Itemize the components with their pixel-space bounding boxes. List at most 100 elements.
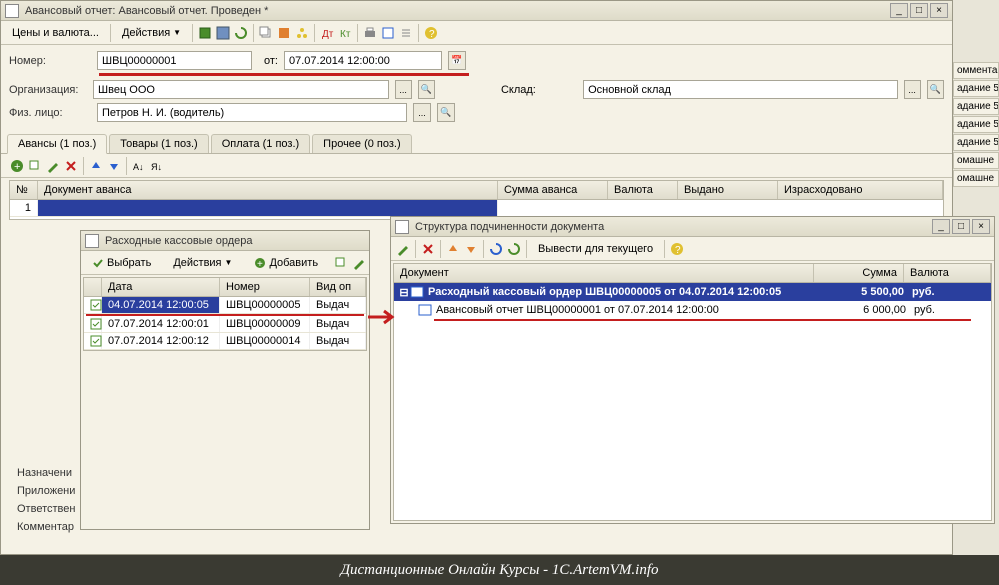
fiz-input[interactable]: Петров Н. И. (водитель): [97, 103, 407, 122]
edit-icon[interactable]: [351, 255, 367, 271]
main-title: Авансовый отчет: Авансовый отчет. Провед…: [25, 5, 890, 17]
otvet-label: Ответствен: [9, 500, 83, 518]
sidebar-item[interactable]: омашне: [953, 152, 999, 169]
post-icon[interactable]: [197, 25, 213, 41]
sidebar-item[interactable]: омашне: [953, 170, 999, 187]
col-vid[interactable]: Вид оп: [310, 278, 366, 296]
maximize-button[interactable]: □: [910, 3, 928, 18]
kt-icon[interactable]: Кт: [337, 25, 353, 41]
tab-payment[interactable]: Оплата (1 поз.): [211, 134, 310, 153]
number-input[interactable]: ШВЦ00000001: [97, 51, 252, 70]
report-icon[interactable]: [380, 25, 396, 41]
cash-grid: Дата Номер Вид оп 04.07.2014 12:00:05 ШВ…: [83, 277, 367, 351]
org-open-button[interactable]: 🔍: [418, 80, 435, 99]
separator: [83, 157, 84, 175]
col-num[interactable]: Номер: [220, 278, 310, 296]
maximize-button[interactable]: □: [952, 219, 970, 234]
help-icon[interactable]: ?: [423, 25, 439, 41]
move-icon[interactable]: Дт: [319, 25, 335, 41]
sidebar: омментар адание 5 адание 5 адание 5 адан…: [953, 62, 999, 188]
sidebar-item[interactable]: омментар: [953, 62, 999, 79]
org-select-button[interactable]: ...: [395, 80, 412, 99]
col-date[interactable]: Дата: [102, 278, 220, 296]
minimize-button[interactable]: _: [932, 219, 950, 234]
cash-window: Расходные кассовые ордера Выбрать Действ…: [80, 230, 370, 530]
edit-row-icon[interactable]: [45, 158, 61, 174]
struct-window: Структура подчиненности документа _ □ × …: [390, 216, 995, 524]
copy-row-icon[interactable]: [27, 158, 43, 174]
struct-titlebar: Структура подчиненности документа _ □ ×: [391, 217, 994, 237]
move-down-icon[interactable]: [106, 158, 122, 174]
sort-desc-icon[interactable]: Я↓: [149, 158, 165, 174]
sidebar-item[interactable]: адание 5: [953, 98, 999, 115]
tree-row[interactable]: Авансовый отчет ШВЦ00000001 от 07.07.201…: [394, 301, 991, 319]
col-cur[interactable]: Валюта: [904, 264, 991, 282]
refresh2-icon[interactable]: [506, 241, 522, 257]
sklad-input[interactable]: Основной склад: [583, 80, 897, 99]
col-sum[interactable]: Сумма: [814, 264, 904, 282]
separator: [126, 157, 127, 175]
cash-row[interactable]: 04.07.2014 12:00:05 ШВЦ00000005 Выдач: [84, 297, 366, 314]
print-icon[interactable]: [362, 25, 378, 41]
sidebar-item[interactable]: адание 5: [953, 116, 999, 133]
help-icon[interactable]: ?: [669, 241, 685, 257]
select-button[interactable]: Выбрать: [85, 254, 158, 272]
refresh-icon[interactable]: [233, 25, 249, 41]
output-button[interactable]: Вывести для текущего: [531, 240, 660, 258]
org-input[interactable]: Швец ООО: [93, 80, 388, 99]
minimize-button[interactable]: _: [890, 3, 908, 18]
col-doc[interactable]: Документ: [394, 264, 814, 282]
delete-icon[interactable]: [420, 241, 436, 257]
cash-row[interactable]: 07.07.2014 12:00:01 ШВЦ00000009 Выдач: [84, 316, 366, 333]
struct-icon[interactable]: [294, 25, 310, 41]
date-input[interactable]: 07.07.2014 12:00:00: [284, 51, 442, 70]
copy-icon[interactable]: [258, 25, 274, 41]
number-label: Номер:: [9, 55, 91, 67]
col-doc[interactable]: Документ аванса: [38, 181, 498, 199]
tab-goods[interactable]: Товары (1 поз.): [109, 134, 208, 153]
cash-row[interactable]: 07.07.2014 12:00:12 ШВЦ00000014 Выдач: [84, 333, 366, 350]
collapse-icon[interactable]: ⊟: [398, 286, 410, 299]
tab-advances[interactable]: Авансы (1 поз.): [7, 134, 107, 154]
cash-actions-button[interactable]: Действия▼: [166, 254, 239, 272]
move-up-icon[interactable]: [88, 158, 104, 174]
delete-row-icon[interactable]: [63, 158, 79, 174]
red-underline: [99, 73, 469, 76]
sidebar-item[interactable]: адание 5: [953, 80, 999, 97]
close-button[interactable]: ×: [930, 3, 948, 18]
col-spent[interactable]: Израсходовано: [778, 181, 943, 199]
sidebar-item[interactable]: адание 5: [953, 134, 999, 151]
separator: [483, 240, 484, 258]
fiz-open-button[interactable]: 🔍: [437, 103, 455, 122]
col-issued[interactable]: Выдано: [678, 181, 778, 199]
sklad-open-button[interactable]: 🔍: [927, 80, 944, 99]
col-sum[interactable]: Сумма аванса: [498, 181, 608, 199]
down-icon[interactable]: [463, 241, 479, 257]
sort-asc-icon[interactable]: A↓: [131, 158, 147, 174]
svg-text:A↓: A↓: [133, 162, 144, 172]
grid-row[interactable]: 1: [10, 200, 943, 217]
basis-icon[interactable]: [276, 25, 292, 41]
fiz-select-button[interactable]: ...: [413, 103, 431, 122]
row-doc[interactable]: [38, 200, 498, 216]
actions-button[interactable]: Действия▼: [115, 24, 188, 42]
tab-other[interactable]: Прочее (0 поз.): [312, 134, 411, 153]
col-cur[interactable]: Валюта: [608, 181, 678, 199]
col-num[interactable]: №: [10, 181, 38, 199]
sklad-select-button[interactable]: ...: [904, 80, 921, 99]
prices-button[interactable]: Цены и валюта...: [5, 24, 106, 42]
add-row-icon[interactable]: +: [9, 158, 25, 174]
row-num: 1: [10, 200, 38, 216]
edit-icon[interactable]: [395, 241, 411, 257]
refresh-icon[interactable]: [488, 241, 504, 257]
tree-row[interactable]: ⊟ Расходный кассовый ордер ШВЦ00000005 о…: [394, 283, 991, 301]
list-icon[interactable]: [398, 25, 414, 41]
separator: [110, 24, 111, 42]
add-button[interactable]: +Добавить: [247, 254, 325, 272]
calendar-button[interactable]: 📅: [448, 51, 466, 70]
copy-icon[interactable]: [333, 255, 349, 271]
separator: [526, 240, 527, 258]
close-button[interactable]: ×: [972, 219, 990, 234]
save-icon[interactable]: [215, 25, 231, 41]
up-icon[interactable]: [445, 241, 461, 257]
